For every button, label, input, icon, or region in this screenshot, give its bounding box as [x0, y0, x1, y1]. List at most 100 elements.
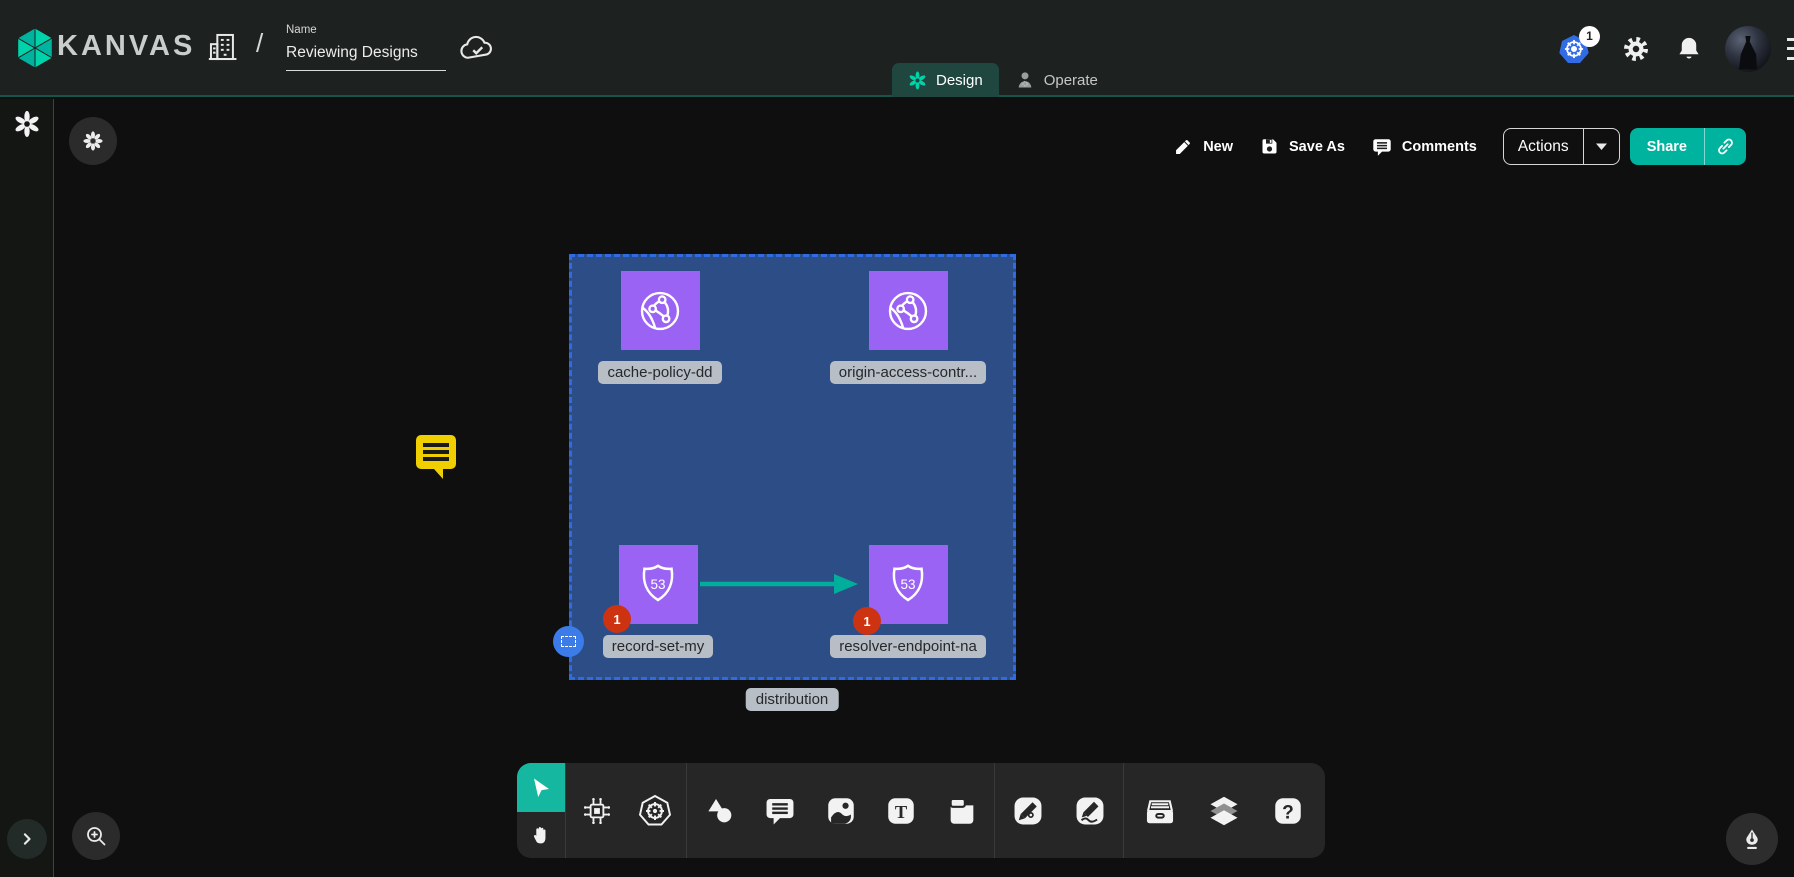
- canvas-comment-marker[interactable]: [412, 431, 460, 481]
- notifications-bell-icon[interactable]: [1675, 35, 1703, 63]
- component-chip-icon: [580, 794, 614, 828]
- svg-text:T: T: [895, 802, 907, 822]
- canvas-toolbar: T: [517, 763, 1325, 858]
- svg-text:?: ?: [1282, 802, 1294, 823]
- node-origin-access-shape[interactable]: [869, 271, 948, 350]
- freehand-pencil-icon: [1073, 794, 1107, 828]
- cloud-saved-icon: [459, 33, 495, 63]
- shapes-icon: [703, 794, 737, 828]
- tool-designs-drawer[interactable]: [1132, 763, 1188, 858]
- toolbar-group-draw: [995, 763, 1123, 858]
- sidebar-kanvas-swirl-icon[interactable]: [13, 110, 41, 138]
- drawer-archive-icon: [1142, 793, 1178, 829]
- design-action-bar: New Save As Comments Actions: [1173, 128, 1746, 165]
- kubernetes-count-badge: 1: [1579, 26, 1600, 47]
- tool-layers[interactable]: [1196, 763, 1252, 858]
- group-label-distribution[interactable]: distribution: [746, 688, 839, 711]
- note-card-icon: [945, 794, 979, 828]
- canvas-flower-menu-button[interactable]: [69, 117, 117, 165]
- tab-design[interactable]: Design: [892, 63, 999, 97]
- pen-nib-icon: [1739, 826, 1765, 852]
- help-question-icon: ?: [1271, 794, 1305, 828]
- brand-wordmark: KANVAS: [57, 30, 195, 63]
- tool-help[interactable]: ?: [1260, 763, 1316, 858]
- kubernetes-context-button[interactable]: 1: [1558, 33, 1590, 65]
- node-label-cache-policy[interactable]: cache-policy-dd: [598, 361, 721, 384]
- tool-cursor[interactable]: [517, 763, 565, 812]
- caret-down-icon: [1595, 142, 1608, 151]
- toolbar-group-misc: ?: [1124, 763, 1324, 858]
- cloudfront-globe-icon: [882, 285, 934, 337]
- tool-image[interactable]: [813, 763, 869, 858]
- cloudfront-globe-icon: [634, 285, 686, 337]
- tab-operate-label: Operate: [1044, 72, 1098, 89]
- toolbar-group-annotate: T: [687, 763, 994, 858]
- tool-pen[interactable]: [1000, 763, 1056, 858]
- layers-icon: [1206, 793, 1242, 829]
- node-origin-access: origin-access-contr...: [808, 271, 1008, 384]
- tool-shapes[interactable]: [692, 763, 748, 858]
- node-record-set-shape[interactable]: 53: [619, 545, 698, 624]
- header-right-cluster: 1: [1558, 0, 1794, 97]
- tab-operate[interactable]: Operate: [999, 63, 1114, 97]
- pen-tool-icon: [1011, 794, 1045, 828]
- text-tool-icon: T: [884, 794, 918, 828]
- design-name-label: Name: [286, 24, 317, 36]
- tool-component[interactable]: [569, 763, 625, 858]
- pen-whiteboard-button[interactable]: [1726, 813, 1778, 865]
- route53-shield-icon: 53: [633, 560, 683, 610]
- actions-button-label[interactable]: Actions: [1504, 129, 1583, 164]
- organization-icon[interactable]: [206, 30, 240, 64]
- kanvas-logo-icon[interactable]: [13, 26, 57, 70]
- avatar-figure-silhouette: [1739, 36, 1757, 70]
- tool-pan-hand[interactable]: [517, 812, 565, 858]
- user-avatar[interactable]: [1725, 26, 1771, 72]
- node-resolver-endpoint-shape[interactable]: 53: [869, 545, 948, 624]
- copy-link-button[interactable]: [1704, 128, 1746, 165]
- comments-button[interactable]: Comments: [1371, 136, 1477, 158]
- comments-button-label: Comments: [1402, 139, 1477, 155]
- tool-freehand[interactable]: [1062, 763, 1118, 858]
- node-resolver-endpoint: 53 resolver-endpoint-na: [808, 545, 1008, 658]
- actions-dropdown-toggle[interactable]: [1583, 129, 1619, 164]
- svg-text:53: 53: [900, 576, 915, 591]
- route53-shield-icon: 53: [883, 560, 933, 610]
- group-bounds-icon: [561, 636, 576, 647]
- actions-split-button[interactable]: Actions: [1503, 128, 1620, 165]
- save-as-button-label: Save As: [1289, 139, 1345, 155]
- toolbar-group-infra: [566, 763, 686, 858]
- tool-note[interactable]: [934, 763, 990, 858]
- node-label-resolver-endpoint[interactable]: resolver-endpoint-na: [830, 635, 986, 658]
- link-icon: [1715, 136, 1736, 157]
- sidebar-expand-button[interactable]: [7, 819, 47, 859]
- tool-comment[interactable]: [752, 763, 808, 858]
- node-cache-policy: cache-policy-dd: [560, 271, 760, 384]
- node-resolver-endpoint-error-badge[interactable]: 1: [853, 607, 881, 635]
- design-swirl-icon: [908, 71, 927, 90]
- cursor-arrow-icon: [529, 776, 553, 800]
- left-sidebar: [0, 99, 54, 877]
- new-button-label: New: [1203, 139, 1233, 155]
- image-tool-icon: [824, 794, 858, 828]
- zoom-in-button[interactable]: [72, 812, 120, 860]
- share-button-label[interactable]: Share: [1630, 128, 1704, 165]
- tool-text[interactable]: T: [873, 763, 929, 858]
- node-label-record-set[interactable]: record-set-my: [603, 635, 714, 658]
- new-button[interactable]: New: [1173, 136, 1233, 157]
- node-cache-policy-shape[interactable]: [621, 271, 700, 350]
- header-menu-icon[interactable]: [1787, 38, 1794, 60]
- app-root: KANVAS / Name: [0, 0, 1794, 877]
- share-split-button[interactable]: Share: [1630, 128, 1746, 165]
- tool-kubernetes[interactable]: [627, 763, 683, 858]
- node-record-set-error-badge[interactable]: 1: [603, 605, 631, 633]
- header: KANVAS / Name: [0, 0, 1794, 97]
- node-label-origin-access[interactable]: origin-access-contr...: [830, 361, 986, 384]
- group-selection-handle[interactable]: [553, 626, 584, 657]
- comments-icon: [1371, 136, 1393, 158]
- kubernetes-wheel-icon: [637, 793, 673, 829]
- design-name-input[interactable]: [286, 40, 446, 71]
- settings-gear-icon[interactable]: [1621, 34, 1651, 64]
- breadcrumb-separator: /: [256, 28, 263, 59]
- tab-design-label: Design: [936, 72, 983, 89]
- save-as-button[interactable]: Save As: [1259, 136, 1345, 157]
